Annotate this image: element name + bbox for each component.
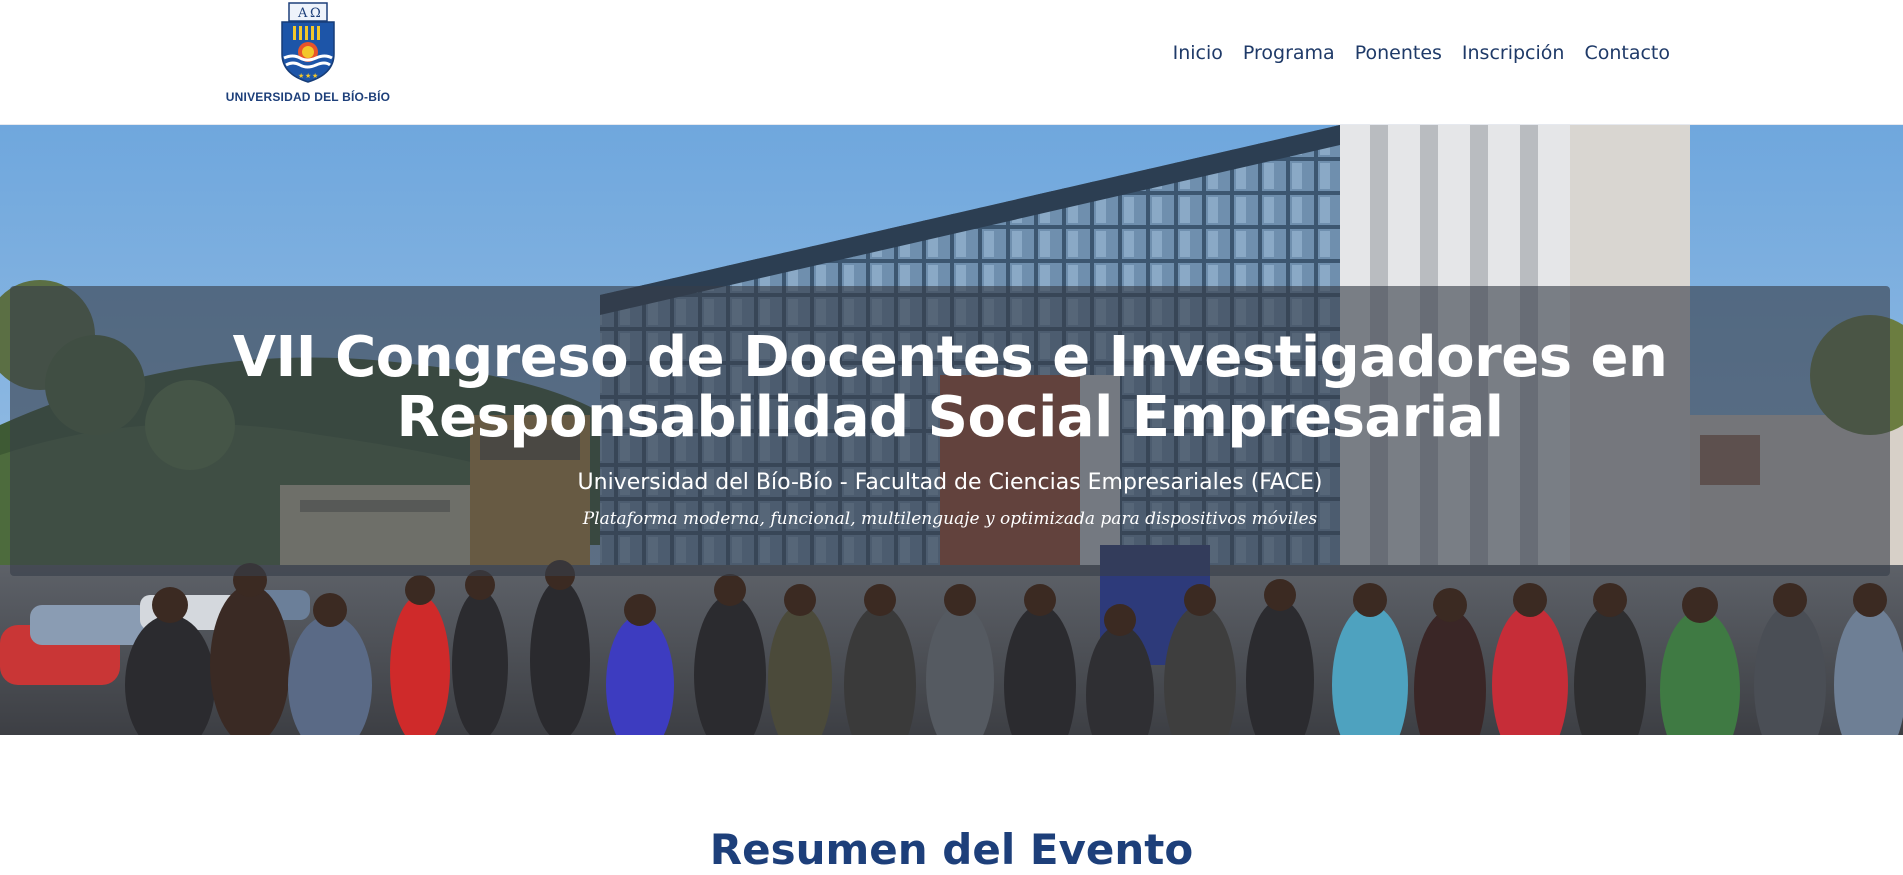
hero-banner: VII Congreso de Docentes e Investigadore… [0,125,1903,735]
nav-link-inscripcion[interactable]: Inscripción [1462,42,1565,64]
university-crest-icon: A Ω ★ ★ ★ [281,2,335,83]
svg-text:A: A [297,6,308,21]
svg-text:★: ★ [312,72,318,80]
main-nav: Inicio Programa Ponentes Inscripción Con… [1173,42,1670,64]
nav-link-programa[interactable]: Programa [1243,42,1335,64]
university-logo[interactable]: A Ω ★ ★ ★ UNIVERSIDAD DEL BÍO-BÍO [226,2,390,114]
logo-text: UNIVERSIDAD DEL BÍO-BÍO [225,90,391,104]
hero-overlay: VII Congreso de Docentes e Investigadore… [10,286,1890,576]
hero-tagline: Plataforma moderna, funcional, multileng… [582,509,1318,529]
svg-text:★: ★ [305,72,311,80]
nav-link-ponentes[interactable]: Ponentes [1355,42,1442,64]
svg-text:Ω: Ω [310,6,321,21]
section-heading: Resumen del Evento [709,824,1194,874]
site-header: A Ω ★ ★ ★ UNIVERSIDAD DEL BÍO-BÍO Inicio… [0,0,1903,125]
nav-link-contacto[interactable]: Contacto [1584,42,1670,64]
svg-text:★: ★ [298,72,304,80]
nav-link-inicio[interactable]: Inicio [1173,42,1223,64]
hero-subtitle: Universidad del Bío-Bío - Facultad de Ci… [577,470,1323,495]
hero-title: VII Congreso de Docentes e Investigadore… [232,325,1668,450]
